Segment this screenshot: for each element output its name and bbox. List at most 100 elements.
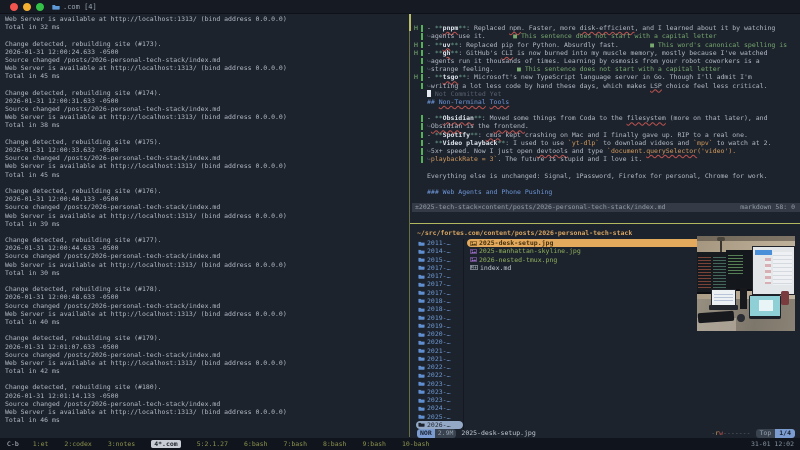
log-line bbox=[5, 375, 407, 383]
editor-line[interactable]: H- **tsgo**: Microsoft's new TypeScript … bbox=[412, 73, 800, 81]
tmux-window-list: 1:et 2:codex 3:notes 4*.com 5:2.1.27 6:bash 7:… bbox=[33, 440, 430, 448]
tmux-window-item[interactable]: 7:bash bbox=[284, 440, 307, 448]
image-file-icon bbox=[470, 241, 477, 246]
directory-row[interactable]: 2017-… bbox=[416, 264, 463, 272]
image-file-icon bbox=[470, 257, 477, 262]
editor-line[interactable]: - **Spotify**: cmus kept crashing on Mac… bbox=[412, 131, 800, 139]
editor-line[interactable]: ↪Obsidian is the frontend. bbox=[412, 122, 800, 130]
log-line bbox=[5, 179, 407, 187]
folder-icon bbox=[418, 307, 425, 312]
file-row[interactable]: 2026-nested-tmux.png bbox=[467, 256, 713, 264]
editor-line[interactable]: ↪writing a lot less code by hand these d… bbox=[412, 82, 800, 90]
file-row[interactable]: 2025-manhattan-skyline.jpg bbox=[467, 247, 713, 255]
editor-line[interactable] bbox=[412, 16, 800, 24]
folder-icon bbox=[418, 340, 425, 345]
tmux-window-item[interactable]: 10-bash bbox=[402, 440, 429, 448]
folder-icon bbox=[418, 290, 425, 295]
directory-row[interactable]: 2018-… bbox=[416, 305, 463, 313]
directory-row[interactable]: 2021-… bbox=[416, 355, 463, 363]
directory-row[interactable]: 2023-… bbox=[416, 396, 463, 404]
directory-name: 2017-… bbox=[427, 264, 450, 272]
editor-file-path: ±2025-tech-stack×content/posts/2026-pers… bbox=[415, 203, 665, 212]
folder-icon bbox=[52, 4, 60, 10]
directory-row[interactable]: 2017-… bbox=[416, 289, 463, 297]
editor-line[interactable]: ↪agents run it thousands of times. Learn… bbox=[412, 57, 800, 65]
editor-line[interactable]: H- **gh**: GitHub's CLI is now burned in… bbox=[412, 49, 800, 57]
directory-row[interactable]: 2020-… bbox=[416, 330, 463, 338]
editor-line[interactable] bbox=[412, 106, 800, 114]
directory-row[interactable]: 2011-… bbox=[416, 239, 463, 247]
file-row[interactable]: 2025-desk-setup.jpg bbox=[467, 239, 713, 247]
file-row[interactable]: index.md bbox=[467, 264, 713, 272]
zoom-window-button[interactable] bbox=[36, 3, 44, 11]
log-line: Web Server is available at http://localh… bbox=[5, 310, 407, 318]
image-preview bbox=[697, 236, 795, 331]
directory-row[interactable]: 2023-… bbox=[416, 380, 463, 388]
tmux-vertical-pane-border[interactable] bbox=[409, 14, 410, 437]
log-line: Change detected, rebuilding site (#175). bbox=[5, 138, 407, 146]
directory-row[interactable]: 2025-… bbox=[416, 413, 463, 421]
directory-name: 2011-… bbox=[427, 239, 450, 247]
directory-row[interactable]: 2019-… bbox=[416, 322, 463, 330]
folder-icon bbox=[418, 414, 425, 419]
tmux-horizontal-pane-border[interactable] bbox=[410, 223, 800, 224]
tmux-window-item[interactable]: 3:notes bbox=[108, 440, 135, 448]
directory-row[interactable]: 2020-… bbox=[416, 338, 463, 346]
directory-row[interactable]: 2017-… bbox=[416, 272, 463, 280]
editor-line[interactable] bbox=[412, 180, 800, 188]
log-line: Source changed /posts/2026-personal-tech… bbox=[5, 154, 407, 162]
editor-line[interactable]: Not Committed Yet bbox=[412, 90, 800, 98]
editor-line[interactable]: ↪strange feeling. ■ This sentence does n… bbox=[412, 65, 800, 73]
tmux-window-item[interactable]: 1:et bbox=[33, 440, 49, 448]
log-line: Change detected, rebuilding site (#174). bbox=[5, 89, 407, 97]
editor-line[interactable] bbox=[412, 163, 800, 171]
log-line: Source changed /posts/2026-personal-tech… bbox=[5, 252, 407, 260]
editor-line[interactable]: H- **pnpm**: Replaced npm. Faster, more … bbox=[412, 24, 800, 32]
directory-row[interactable]: 2023-… bbox=[416, 388, 463, 396]
tmux-window-current[interactable]: 4*.com bbox=[151, 440, 180, 448]
minimize-window-button[interactable] bbox=[23, 3, 31, 11]
editor-line[interactable]: ### Web Agents and Phone Pushing bbox=[412, 188, 800, 196]
directory-row[interactable]: 2019-… bbox=[416, 313, 463, 321]
window-title: .com [4] bbox=[63, 3, 97, 11]
directory-row[interactable]: 2014-… bbox=[416, 247, 463, 255]
directory-row[interactable]: 2017-… bbox=[416, 280, 463, 288]
editor-line[interactable]: - **Obsidian**: Moved some things from C… bbox=[412, 114, 800, 122]
log-line: Web Server is available at http://localh… bbox=[5, 113, 407, 121]
log-line: Total in 46 ms bbox=[5, 416, 407, 424]
folder-icon bbox=[418, 398, 425, 403]
directory-row[interactable]: 2015-… bbox=[416, 256, 463, 264]
yazi-selected-filename: 2025-desk-setup.jpg bbox=[461, 429, 535, 438]
log-line: Total in 45 ms bbox=[5, 72, 407, 80]
folder-icon bbox=[418, 241, 425, 246]
close-window-button[interactable] bbox=[10, 3, 18, 11]
editor-line[interactable]: ## Non-Terminal Tools bbox=[412, 98, 800, 106]
editor-pane[interactable]: H- **pnpm**: Replaced npm. Faster, more … bbox=[412, 16, 800, 202]
folder-icon bbox=[418, 315, 425, 320]
editor-line[interactable]: H- **uv**: Replaced pip for Python. Absu… bbox=[412, 41, 800, 49]
git-added-gutter-bar bbox=[421, 33, 423, 40]
folder-icon bbox=[418, 274, 425, 279]
editor-line[interactable]: - **Video playback**: I used to use `yt-… bbox=[412, 139, 800, 147]
folder-icon bbox=[418, 348, 425, 353]
folder-icon bbox=[418, 298, 425, 303]
log-line: 2026-01-31 12:00:24.633 -0500 bbox=[5, 48, 407, 56]
tmux-window-item[interactable]: 9:bash bbox=[362, 440, 385, 448]
directory-row[interactable]: 2018-… bbox=[416, 297, 463, 305]
editor-line[interactable]: Everything else is unchanged: Signal, 1P… bbox=[412, 172, 800, 180]
editor-line[interactable]: ↪agents use it. ■ This sentence does not… bbox=[412, 32, 800, 40]
image-file-icon bbox=[470, 249, 477, 254]
tmux-window-item[interactable]: 2:codex bbox=[64, 440, 91, 448]
directory-row[interactable]: 2021-… bbox=[416, 346, 463, 354]
hugo-server-log-pane[interactable]: Web Server is available at http://localh… bbox=[5, 15, 407, 427]
directory-row[interactable]: 2022-… bbox=[416, 363, 463, 371]
directory-row[interactable]: 2026-… bbox=[416, 421, 463, 429]
editor-line[interactable]: ↪5x+ speed. Now I just open devtools and… bbox=[412, 147, 800, 155]
tmux-window-item[interactable]: 5:2.1.27 bbox=[197, 440, 228, 448]
directory-row[interactable]: 2024-… bbox=[416, 404, 463, 412]
tmux-window-item[interactable]: 6:bash bbox=[244, 440, 267, 448]
editor-line[interactable]: ↪playbackRate = 3`. The future is stupid… bbox=[412, 155, 800, 163]
tmux-window-item[interactable]: 8:bash bbox=[323, 440, 346, 448]
directory-row[interactable]: 2022-… bbox=[416, 371, 463, 379]
directory-name: 2019-… bbox=[427, 322, 450, 330]
